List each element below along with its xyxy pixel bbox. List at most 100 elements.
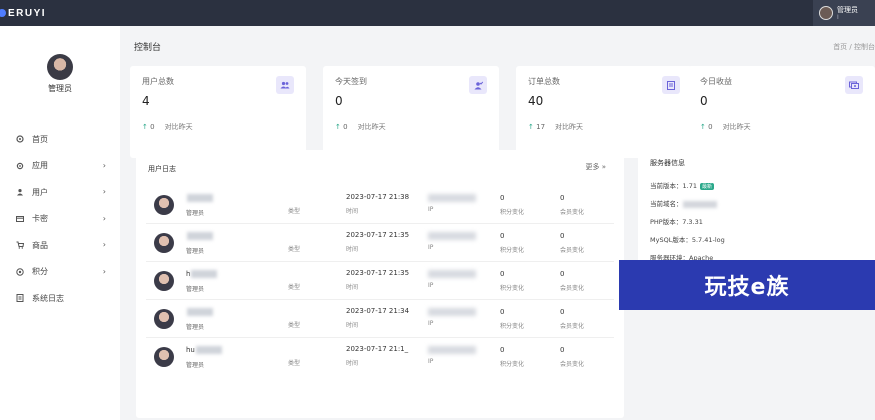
log-member-label: 会员变化 — [560, 285, 585, 292]
stat-title: 订单总数 — [528, 77, 560, 86]
log-type: 类型 — [288, 246, 301, 253]
redacted-block — [195, 346, 222, 354]
topbar-user-name: 管理员 — [837, 5, 858, 14]
sidebar-item-label: 用户 — [32, 187, 48, 197]
log-member: 0 — [560, 194, 565, 202]
redacted-ip — [428, 308, 476, 316]
log-points: 0 — [500, 346, 505, 354]
sidebar-item-cards[interactable]: 卡密 › — [0, 206, 120, 233]
more-link[interactable]: 更多 » — [585, 162, 606, 172]
stat-value: 0 — [335, 94, 343, 108]
log-time: 2023-07-17 21:34 — [346, 307, 410, 315]
sidebar-profile-name: 管理员 — [48, 84, 72, 93]
log-ip-label: IP — [428, 244, 434, 251]
order-icon — [662, 76, 680, 94]
log-time-label: 时间 — [346, 246, 359, 253]
log-role: 管理员 — [186, 286, 205, 293]
sidebar-item-label: 卡密 — [32, 214, 48, 224]
gear-icon — [16, 162, 24, 170]
stat-compare-label: 对比昨天 — [722, 123, 751, 131]
table-row[interactable]: 管理员 类型 2023-07-17 21:35 时间 IP 0 积分变化 0 会… — [146, 224, 614, 262]
log-points-label: 积分变化 — [500, 361, 525, 368]
status-badge: 最新 — [699, 183, 714, 190]
stat-card-revenue: 今日收益 0 ↑ 0 对比昨天 — [688, 66, 875, 158]
log-member: 0 — [560, 232, 565, 240]
sidebar-item-apps[interactable]: 应用 › — [0, 153, 120, 180]
stat-change: ↑ 17 对比昨天 — [528, 122, 583, 132]
avatar — [154, 233, 174, 253]
log-ip-label: IP — [428, 282, 434, 289]
log-ip-label: IP — [428, 320, 434, 327]
sidebar-item-home[interactable]: 首页 — [0, 126, 120, 153]
up-arrow-icon: ↑ — [142, 123, 148, 131]
brand-name: ERUYI — [8, 7, 47, 19]
chevron-right-icon: › — [102, 160, 106, 170]
log-role: 管理员 — [186, 362, 205, 369]
stat-value: 40 — [528, 94, 544, 108]
sidebar-item-users[interactable]: 用户 › — [0, 179, 120, 206]
sidebar-item-points[interactable]: 积分 › — [0, 259, 120, 286]
stat-title: 今天签到 — [335, 77, 367, 86]
log-member-label: 会员变化 — [560, 361, 585, 368]
avatar — [819, 6, 833, 20]
watermark-banner: 玩技e族 — [619, 260, 875, 310]
sidebar-item-label: 首页 — [32, 134, 48, 144]
log-time-label: 时间 — [346, 284, 359, 291]
sidebar-profile: 管理员 — [0, 36, 120, 114]
top-bar: ERUYI 管理员 I — [0, 0, 875, 26]
redacted-block — [191, 270, 218, 278]
log-time: 2023-07-17 21:38 — [346, 193, 410, 201]
log-role: 管理员 — [186, 324, 205, 331]
table-row[interactable]: 管理员 类型 2023-07-17 21:38 时间 IP 0 积分变化 0 会… — [146, 186, 614, 224]
sidebar-menu: 首页 应用 › 用户 › 卡密 › 商品 › 积分 › 系统日志 — [0, 126, 120, 312]
main-content: 控制台 首页 / 控制台 用户总数 4 ↑ 0 对比昨天 今天签到 0 ↑ 0 对比… — [120, 26, 875, 420]
log-role: 管理员 — [186, 248, 205, 255]
sidebar-item-label: 应用 — [32, 161, 48, 171]
breadcrumb[interactable]: 首页 / 控制台 — [833, 42, 875, 52]
card-icon — [16, 215, 24, 223]
sidebar-item-products[interactable]: 商品 › — [0, 232, 120, 259]
more-link-label: 更多 — [585, 163, 600, 171]
stat-compare-label: 对比昨天 — [555, 123, 584, 131]
stat-change-value: 0 — [343, 123, 348, 131]
log-role: 管理员 — [186, 210, 205, 217]
avatar[interactable] — [47, 54, 73, 80]
server-php-row: PHP版本：7.3.31 — [650, 218, 703, 226]
cart-icon — [16, 241, 24, 249]
chevron-right-icon: » — [601, 163, 606, 171]
sidebar: 管理员 首页 应用 › 用户 › 卡密 › 商品 › 积分 › 系统日志 — [0, 26, 120, 420]
log-type: 类型 — [288, 284, 301, 291]
stat-value: 4 — [142, 94, 150, 108]
log-member-label: 会员变化 — [560, 209, 585, 216]
stat-title: 今日收益 — [700, 77, 732, 86]
redacted-block — [187, 308, 213, 316]
server-version-row: 当前版本：1.71 最新 — [650, 182, 714, 190]
stat-card-users: 用户总数 4 ↑ 0 对比昨天 — [130, 66, 306, 158]
table-row[interactable]: 管理员 类型 2023-07-17 21:34 时间 IP 0 积分变化 0 会… — [146, 300, 614, 338]
stat-change: ↑ 0 对比昨天 — [142, 122, 193, 132]
overlay-patch — [798, 340, 875, 420]
brand-logo-icon — [0, 9, 6, 17]
log-points: 0 — [500, 308, 505, 316]
brand[interactable]: ERUYI — [0, 0, 46, 26]
log-username — [186, 194, 213, 202]
dashboard-icon — [16, 135, 24, 143]
stat-change: ↑ 0 对比昨天 — [700, 122, 751, 132]
stat-change-value: 0 — [708, 123, 713, 131]
money-icon — [845, 76, 863, 94]
sidebar-item-system-log[interactable]: 系统日志 — [0, 285, 120, 312]
avatar — [154, 347, 174, 367]
up-arrow-icon: ↑ — [528, 123, 534, 131]
topbar-user-sub: I — [837, 13, 839, 21]
redacted-block — [187, 232, 213, 240]
log-username — [186, 308, 213, 316]
stat-card-checkin: 今天签到 0 ↑ 0 对比昨天 — [323, 66, 499, 158]
stat-change-value: 17 — [536, 123, 546, 131]
log-member-label: 会员变化 — [560, 247, 585, 254]
table-row[interactable]: h 管理员 类型 2023-07-17 21:35 时间 IP 0 积分变化 0… — [146, 262, 614, 300]
table-row[interactable]: hu 管理员 类型 2023-07-17 21:1_ 时间 IP 0 积分变化 … — [146, 338, 614, 376]
topbar-user-menu[interactable]: 管理员 I — [813, 0, 875, 26]
up-arrow-icon: ↑ — [335, 123, 341, 131]
log-type: 类型 — [288, 360, 301, 367]
log-points: 0 — [500, 194, 505, 202]
